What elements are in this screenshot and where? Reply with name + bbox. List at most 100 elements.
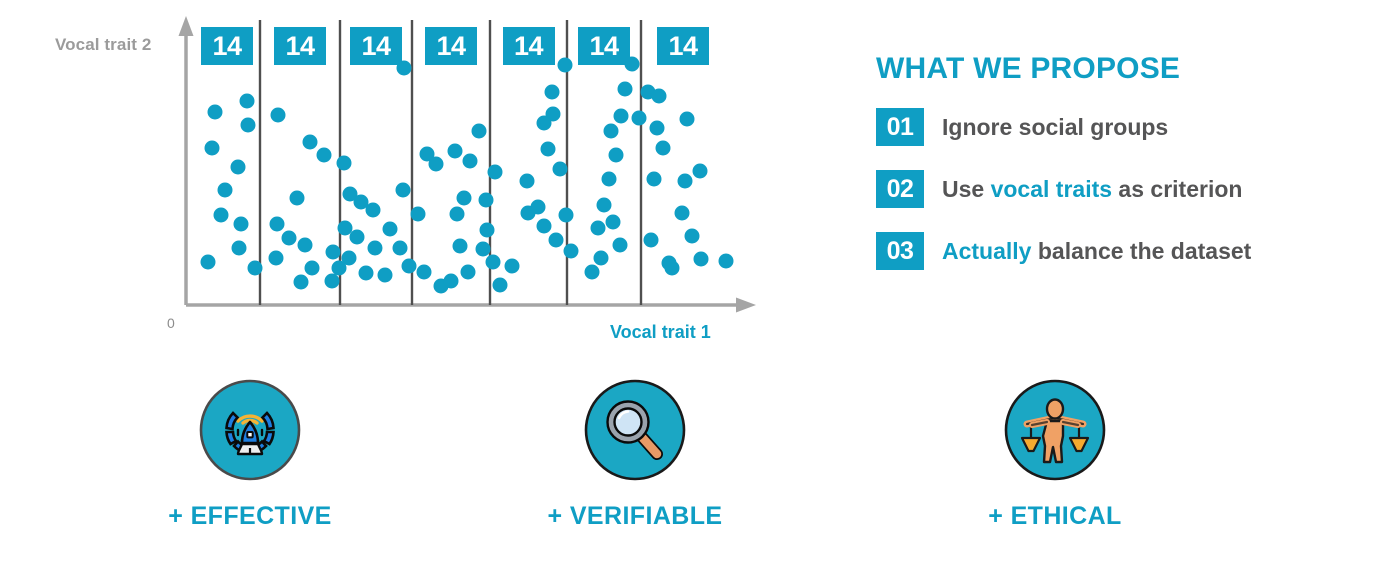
scatter-point xyxy=(462,153,478,169)
scatter-point xyxy=(536,115,552,131)
scatter-point xyxy=(281,230,297,246)
propose-text-post: as criterion xyxy=(1112,175,1243,202)
propose-item: 02 Use vocal traits as criterion xyxy=(876,170,1376,208)
scatter-point xyxy=(558,207,574,223)
scatter-point xyxy=(593,250,609,266)
scatter-point xyxy=(204,140,220,156)
scatter-point xyxy=(601,171,617,187)
propose-item: 03 Actually balance the dataset xyxy=(876,232,1376,270)
scatter-point xyxy=(367,240,383,256)
benefit-effective: + EFFECTIVE xyxy=(120,378,380,531)
scatter-point xyxy=(655,140,671,156)
vocal-trait-scatter-chart: Vocal trait 2 Vocal trait 1 0 14 14 14 14 14… xyxy=(0,0,800,360)
scatter-point xyxy=(449,206,465,222)
scatter-point xyxy=(603,123,619,139)
scatter-point xyxy=(428,156,444,172)
rocket-gear-signal-icon xyxy=(198,378,302,482)
scatter-point xyxy=(382,221,398,237)
what-we-propose-panel: WHAT WE PROPOSE 01 Ignore social groups 02… xyxy=(876,52,1376,294)
scatter-point xyxy=(358,265,374,281)
scatter-point xyxy=(540,141,556,157)
benefit-ethical: + ETHICAL xyxy=(925,378,1185,531)
scatter-point xyxy=(661,255,677,271)
scatter-point xyxy=(552,161,568,177)
benefit-verifiable-label: + VERIFIABLE xyxy=(547,502,723,530)
propose-list: 01 Ignore social groups 02 Use vocal traits… xyxy=(876,108,1376,270)
scatter-point xyxy=(471,123,487,139)
propose-item-label: Actually balance the dataset xyxy=(942,238,1251,265)
propose-text-pre: Use xyxy=(942,175,991,202)
scatter-point xyxy=(487,164,503,180)
scatter-point xyxy=(692,163,708,179)
scatter-point xyxy=(605,214,621,230)
scatter-point xyxy=(612,237,628,253)
axis-origin-label: 0 xyxy=(167,315,175,331)
scatter-point xyxy=(596,197,612,213)
scatter-point xyxy=(646,171,662,187)
y-axis xyxy=(178,16,194,305)
scatter-point xyxy=(336,155,352,171)
propose-text-post: Ignore social groups xyxy=(942,113,1169,140)
bin-count-badge: 14 xyxy=(201,27,253,65)
benefit-verifiable: + VERIFIABLE xyxy=(505,378,765,531)
scatter-point xyxy=(452,238,468,254)
scatter-point xyxy=(297,237,313,253)
scatter-point xyxy=(239,93,255,109)
scatter-point xyxy=(268,250,284,266)
scatter-point xyxy=(590,220,606,236)
scatter-point xyxy=(456,190,472,206)
scatter-point xyxy=(416,264,432,280)
scatter-point xyxy=(677,173,693,189)
scatter-point xyxy=(613,108,629,124)
propose-item-number: 02 xyxy=(876,170,924,208)
propose-text-post: balance the dataset xyxy=(1031,237,1252,264)
scatter-point xyxy=(302,134,318,150)
propose-item-number: 01 xyxy=(876,108,924,146)
scatter-point xyxy=(247,260,263,276)
bin-count-badge: 14 xyxy=(274,27,326,65)
propose-item: 01 Ignore social groups xyxy=(876,108,1376,146)
bin-count-badge: 14 xyxy=(657,27,709,65)
scatter-point xyxy=(217,182,233,198)
scatter-point xyxy=(349,229,365,245)
scatter-point xyxy=(460,264,476,280)
scatter-point xyxy=(293,274,309,290)
scatter-point xyxy=(684,228,700,244)
scatter-point xyxy=(395,182,411,198)
scatter-point xyxy=(608,147,624,163)
slide-canvas: Vocal trait 2 Vocal trait 1 0 14 14 14 14 14… xyxy=(0,0,1396,576)
scatter-point xyxy=(269,216,285,232)
propose-item-number: 03 xyxy=(876,232,924,270)
scatter-point xyxy=(530,199,546,215)
scatter-point xyxy=(504,258,520,274)
propose-item-label: Ignore social groups xyxy=(942,114,1168,141)
scatter-point xyxy=(475,241,491,257)
scatter-point xyxy=(544,84,560,100)
bin-count-badge: 14 xyxy=(425,27,477,65)
bin-count-badge: 14 xyxy=(578,27,630,65)
scatter-point xyxy=(548,232,564,248)
scatter-point xyxy=(270,107,286,123)
scatter-point xyxy=(478,192,494,208)
x-axis xyxy=(186,297,756,313)
propose-text-highlight: vocal traits xyxy=(990,175,1113,202)
magnifying-glass-icon xyxy=(583,378,687,482)
scatter-point xyxy=(617,81,633,97)
scatter-point xyxy=(316,147,332,163)
scatter-point xyxy=(207,104,223,120)
scatter-point xyxy=(331,260,347,276)
scatter-point xyxy=(213,207,229,223)
scatter-point xyxy=(365,202,381,218)
scatter-point xyxy=(289,190,305,206)
bin-count-badge: 14 xyxy=(350,27,402,65)
scatter-point xyxy=(631,110,647,126)
scatter-point xyxy=(304,260,320,276)
scatter-point xyxy=(233,216,249,232)
scatter-point xyxy=(718,253,734,269)
benefit-effective-label: + EFFECTIVE xyxy=(168,502,332,530)
scatter-point xyxy=(485,254,501,270)
scatter-point xyxy=(584,264,600,280)
scatter-point xyxy=(674,205,690,221)
scatter-point xyxy=(651,88,667,104)
scatter-point xyxy=(519,173,535,189)
